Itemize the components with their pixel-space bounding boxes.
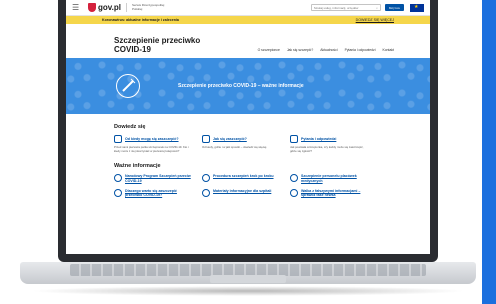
info-title[interactable]: Szczepienie personelu placówek medycznyc… [301, 174, 368, 183]
info-item[interactable]: Szczepienie personelu placówek medycznyc… [290, 174, 368, 183]
info-item[interactable]: Walka z fałszywymi informacjami – sprawd… [290, 189, 368, 198]
laptop-screen: ☰ gov.pl Serwis Rzeczypospolitej Polskie… [66, 0, 430, 254]
card-text: Od kiedy, gdzie i w jaki sposób – dowied… [202, 145, 268, 149]
card-title[interactable]: Jak się zaszczepić? [213, 137, 247, 141]
info-title[interactable]: Narodowy Program Szczepień przeciw COVID… [125, 174, 192, 183]
card-head: Pytania i odpowiedzi [290, 135, 368, 143]
shield-icon [114, 189, 122, 197]
page-title: Szczepienie przeciwko COVID-19 [114, 36, 201, 54]
info-item[interactable]: Materiały informacyjne dla szpitali [202, 189, 280, 198]
info-item[interactable]: Procedura szczepień krok po kroku [202, 174, 280, 183]
syringe-icon [116, 74, 140, 98]
learn-cards: Od kiedy mogę się zaszczepić? Przed nami… [114, 135, 382, 153]
menu-icon[interactable]: ☰ [72, 3, 82, 12]
page-nav: O szczepionce Jak się szczepić? Aktualno… [258, 48, 394, 54]
alert-link[interactable]: DOWIEDZ SIĘ WIĘCEJ [356, 18, 394, 22]
nav-item-faq[interactable]: Pytania i odpowiedzi [345, 48, 376, 52]
search-placeholder: Szukaj usług, informacji, urzędów [313, 5, 359, 10]
blue-side-strip [482, 0, 496, 304]
learn-card-how[interactable]: Jak się zaszczepić? Od kiedy, gdzie i w … [202, 135, 280, 153]
program-icon [114, 174, 122, 183]
info-title[interactable]: Procedura szczepień krok po kroku [213, 174, 274, 178]
alert-bar: Koronawirus: aktualne informacje i zalec… [66, 16, 430, 24]
card-text: Przed nami pierwsza partia szczepionek n… [114, 145, 189, 153]
info-item[interactable]: Narodowy Program Szczepień przeciw COVID… [114, 174, 192, 183]
nav-item-about[interactable]: O szczepionce [258, 48, 280, 52]
learn-title: Dowiedz się [114, 124, 146, 130]
laptop-shadow [30, 286, 466, 296]
card-title[interactable]: Pytania i odpowiedzi [301, 137, 336, 141]
info-title[interactable]: Dlaczego warto się zaszczepić przeciwko … [125, 189, 192, 198]
card-head: Jak się zaszczepić? [202, 135, 280, 143]
laptop-trackpad [210, 275, 286, 283]
gov-logo[interactable]: gov.pl [88, 3, 121, 12]
important-grid: Narodowy Program Szczepień przeciw COVID… [114, 174, 382, 198]
eu-flag-icon [410, 3, 424, 12]
hero-banner: Szczepienie przeciwko COVID-19 – ważne i… [66, 58, 430, 114]
search-input[interactable]: Szukaj usług, informacji, urzędów ⌕ [310, 4, 381, 11]
chat-icon [290, 135, 298, 143]
medic-icon [290, 174, 298, 183]
header-divider [125, 3, 127, 12]
document-icon [202, 189, 210, 197]
service-label: Serwis Rzeczypospolitej Polskiej [131, 3, 165, 11]
important-title: Ważne informacje [114, 163, 161, 170]
info-title[interactable]: Walka z fałszywymi informacjami – sprawd… [301, 189, 368, 198]
logo-text: gov.pl [98, 3, 121, 12]
steps-icon [202, 174, 210, 183]
page-header: Szczepienie przeciwko COVID-19 O szczepi… [66, 24, 430, 58]
question-icon [202, 135, 210, 143]
hero-title: Szczepienie przeciwko COVID-19 – ważne i… [178, 83, 304, 89]
search-icon: ⌕ [376, 5, 378, 10]
card-text: Jak powstała szczepionka, czy każdy może… [290, 145, 364, 153]
info-item[interactable]: Dlaczego warto się zaszczepić przeciwko … [114, 189, 192, 198]
learn-card-faq[interactable]: Pytania i odpowiedzi Jak powstała szczep… [290, 135, 368, 153]
info-title[interactable]: Materiały informacyjne dla szpitali [213, 189, 271, 193]
card-title[interactable]: Od kiedy mogę się zaszczepić? [125, 137, 179, 141]
nav-item-how[interactable]: Jak się szczepić? [287, 48, 313, 52]
login-button[interactable]: Mój Gov [384, 4, 404, 11]
learn-section: Dowiedz się Od kiedy mogę się zaszczepić… [66, 124, 430, 198]
alert-text: Koronawirus: aktualne informacje i zalec… [102, 18, 179, 22]
calendar-icon [114, 135, 122, 143]
site-topbar: ☰ gov.pl Serwis Rzeczypospolitej Polskie… [66, 0, 430, 16]
learn-card-when[interactable]: Od kiedy mogę się zaszczepić? Przed nami… [114, 135, 192, 153]
nav-item-news[interactable]: Aktualności [320, 48, 337, 52]
emblem-icon [88, 3, 96, 12]
nav-item-contact[interactable]: Kontakt [383, 48, 395, 52]
warning-icon [290, 189, 298, 197]
card-head: Od kiedy mogę się zaszczepić? [114, 135, 192, 143]
